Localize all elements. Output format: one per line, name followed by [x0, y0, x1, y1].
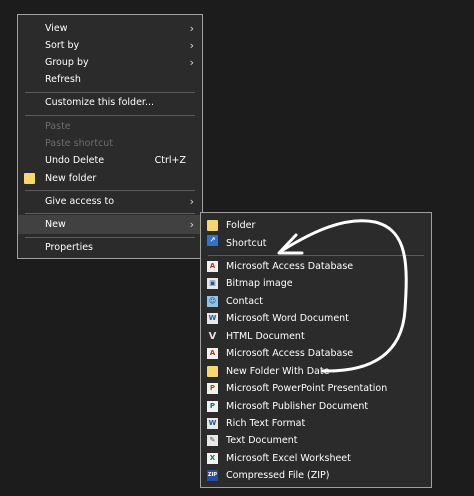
- new-item-bitmap[interactable]: ▣ Bitmap image: [201, 275, 431, 292]
- menu-item-label: Microsoft Access Database: [226, 261, 354, 272]
- new-item-publisher[interactable]: P Microsoft Publisher Document: [201, 398, 431, 415]
- menu-separator: [25, 190, 195, 191]
- new-submenu: Folder ↗ Shortcut A Microsoft Access Dat…: [200, 212, 432, 488]
- menu-item-paste-shortcut[interactable]: Paste shortcut: [18, 135, 202, 152]
- shortcut-icon: ↗: [207, 235, 218, 246]
- menu-item-label: Microsoft Access Database: [226, 348, 354, 359]
- menu-item-label: Bitmap image: [226, 278, 293, 289]
- new-item-zip[interactable]: ZIP Compressed File (ZIP): [201, 467, 431, 484]
- new-item-shortcut[interactable]: ↗ Shortcut: [201, 235, 431, 252]
- menu-item-label: Rich Text Format: [226, 418, 306, 429]
- chevron-right-icon: ›: [189, 195, 194, 208]
- menu-item-refresh[interactable]: Refresh: [18, 71, 202, 88]
- menu-item-new[interactable]: New ›: [18, 215, 202, 234]
- chevron-right-icon: ›: [189, 56, 194, 69]
- new-item-word-document[interactable]: W Microsoft Word Document: [201, 310, 431, 327]
- word-icon: W: [207, 313, 218, 324]
- folder-icon: [207, 366, 218, 377]
- access-icon: A: [207, 261, 218, 272]
- menu-item-give-access[interactable]: Give access to ›: [18, 193, 202, 210]
- menu-item-paste[interactable]: Paste: [18, 118, 202, 135]
- menu-item-label: Properties: [45, 242, 94, 253]
- menu-item-label: Undo Delete: [45, 155, 105, 166]
- menu-item-properties[interactable]: Properties: [18, 239, 202, 256]
- context-menu: View › Sort by › Group by › Refresh Cust…: [17, 14, 203, 259]
- menu-item-label: New Folder With Date: [226, 366, 330, 377]
- menu-item-customize-folder[interactable]: Customize this folder...: [18, 94, 202, 111]
- chevron-right-icon: ›: [189, 39, 194, 52]
- contact-icon: ☺: [207, 296, 218, 307]
- folder-icon: [207, 220, 218, 231]
- menu-item-label: Paste shortcut: [45, 138, 114, 149]
- menu-item-label: HTML Document: [226, 331, 305, 342]
- menu-item-undo-delete[interactable]: Undo Delete Ctrl+Z: [18, 152, 202, 169]
- bitmap-icon: ▣: [207, 278, 218, 289]
- menu-separator: [25, 115, 195, 116]
- menu-item-label: Microsoft Publisher Document: [226, 401, 369, 412]
- publisher-icon: P: [207, 401, 218, 412]
- menu-item-label: Microsoft PowerPoint Presentation: [226, 383, 388, 394]
- access-icon: A: [207, 348, 218, 359]
- menu-separator: [25, 237, 195, 238]
- menu-item-view[interactable]: View ›: [18, 20, 202, 37]
- menu-item-label: Compressed File (ZIP): [226, 470, 330, 481]
- text-document-icon: ✎: [207, 435, 218, 446]
- rtf-icon: W: [207, 418, 218, 429]
- new-item-powerpoint[interactable]: P Microsoft PowerPoint Presentation: [201, 380, 431, 397]
- menu-item-label: Text Document: [226, 435, 298, 446]
- menu-item-group-by[interactable]: Group by ›: [18, 54, 202, 71]
- menu-separator: [208, 255, 424, 256]
- menu-item-label: Folder: [226, 220, 256, 231]
- folder-icon: [24, 173, 35, 184]
- new-item-rich-text[interactable]: W Rich Text Format: [201, 415, 431, 432]
- menu-item-label: View: [45, 23, 68, 34]
- menu-item-label: Refresh: [45, 74, 81, 85]
- menu-item-new-folder[interactable]: New folder: [18, 170, 202, 187]
- menu-item-label: Microsoft Word Document: [226, 313, 349, 324]
- menu-separator: [25, 213, 195, 214]
- new-item-excel[interactable]: X Microsoft Excel Worksheet: [201, 450, 431, 467]
- chevron-right-icon: ›: [189, 22, 194, 35]
- keyboard-shortcut: Ctrl+Z: [154, 155, 186, 166]
- chevron-right-icon: ›: [189, 218, 194, 231]
- html-icon: V: [208, 331, 217, 342]
- new-item-text-document[interactable]: ✎ Text Document: [201, 432, 431, 449]
- menu-item-label: Group by: [45, 57, 89, 68]
- powerpoint-icon: P: [207, 383, 218, 394]
- new-item-folder[interactable]: Folder: [201, 217, 431, 234]
- menu-separator: [25, 92, 195, 93]
- menu-item-label: Shortcut: [226, 238, 267, 249]
- menu-item-label: Microsoft Excel Worksheet: [226, 453, 351, 464]
- menu-item-label: New: [45, 219, 66, 230]
- new-item-access-database[interactable]: A Microsoft Access Database: [201, 258, 431, 275]
- zip-icon: ZIP: [207, 470, 218, 481]
- menu-item-label: Contact: [226, 296, 263, 307]
- menu-item-label: Paste: [45, 121, 71, 132]
- new-item-folder-with-date[interactable]: New Folder With Date: [201, 363, 431, 380]
- new-item-access-database-2[interactable]: A Microsoft Access Database: [201, 345, 431, 362]
- menu-item-sort-by[interactable]: Sort by ›: [18, 37, 202, 54]
- excel-icon: X: [207, 453, 218, 464]
- new-item-contact[interactable]: ☺ Contact: [201, 293, 431, 310]
- menu-item-label: New folder: [45, 173, 97, 184]
- menu-item-label: Give access to: [45, 196, 115, 207]
- menu-item-label: Sort by: [45, 40, 80, 51]
- menu-item-label: Customize this folder...: [45, 97, 155, 108]
- new-item-html-document[interactable]: V HTML Document: [201, 328, 431, 345]
